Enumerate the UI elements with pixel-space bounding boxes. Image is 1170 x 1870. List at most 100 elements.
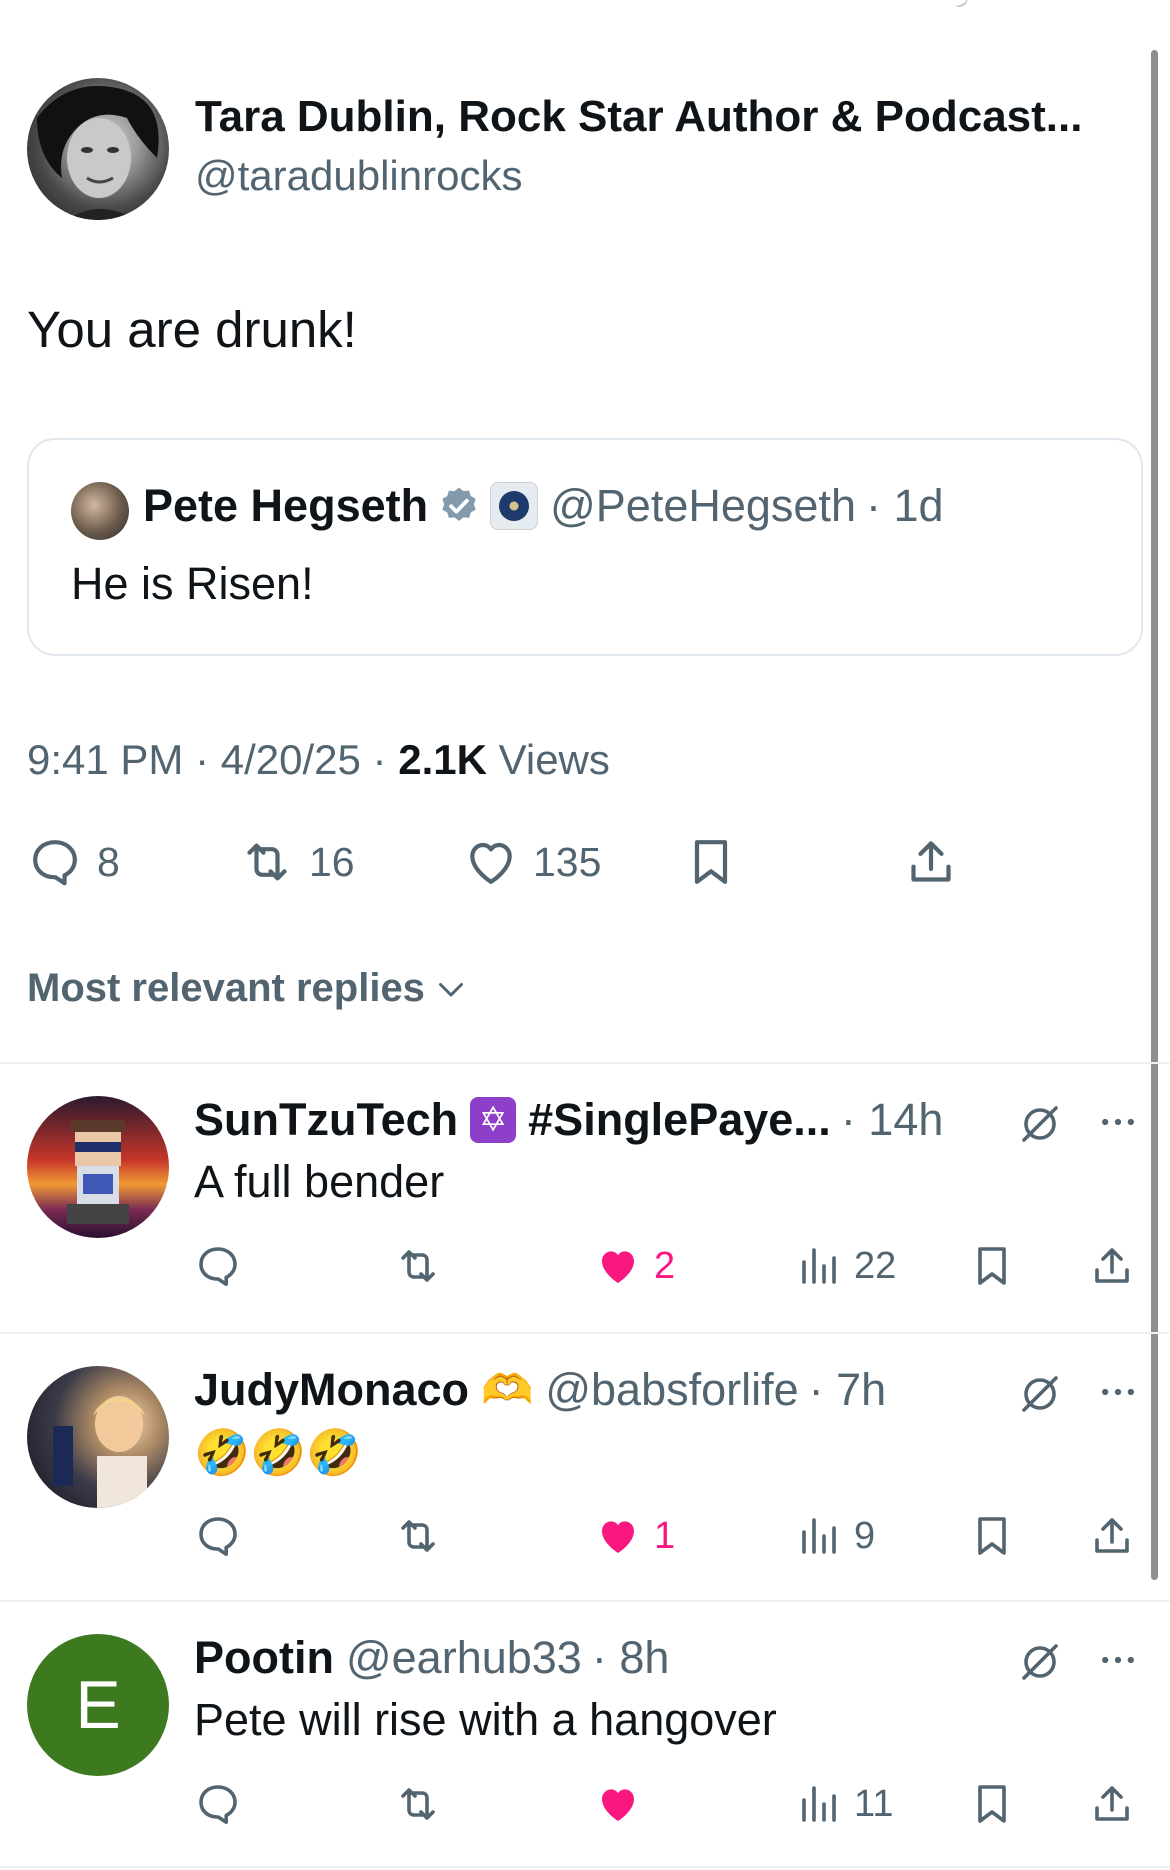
reply-item[interactable]: E Pootin @earhub33 · 8h Pete will rise w…: [0, 1602, 1150, 1870]
repost-icon: [401, 1788, 435, 1820]
divider: [0, 1866, 1170, 1868]
star-of-david-emoji-icon: ✡: [470, 1097, 517, 1143]
views-label: Views: [498, 736, 610, 783]
bookmark-button[interactable]: [968, 1512, 1016, 1560]
reply-count: 8: [97, 838, 120, 885]
reply-author-name[interactable]: JudyMonaco: [194, 1364, 469, 1416]
author-handle[interactable]: @taradublinrocks: [195, 152, 522, 200]
reply-actions: 1 9: [194, 1512, 1144, 1564]
bookmark-icon: [978, 1785, 1006, 1823]
share-button[interactable]: [1088, 1242, 1136, 1290]
bookmark-icon: [978, 1247, 1006, 1285]
tweet-text: You are drunk!: [27, 301, 357, 358]
more-options-icon[interactable]: [1096, 1100, 1140, 1144]
grok-icon[interactable]: [1016, 1638, 1064, 1686]
sort-label: Most relevant replies: [27, 966, 425, 1010]
like-count: 1: [654, 1514, 676, 1557]
more-options-icon[interactable]: [1096, 1638, 1140, 1682]
reply-avatar[interactable]: [27, 1096, 169, 1238]
share-button[interactable]: [1088, 1512, 1136, 1560]
reply-item[interactable]: JudyMonaco 🫶 @babsforlife · 7h 🤣🤣🤣 1 9: [0, 1334, 1150, 1602]
analytics-icon: [802, 1248, 836, 1284]
reply-button[interactable]: 8: [27, 834, 120, 890]
like-button[interactable]: [594, 1780, 642, 1828]
heart-filled-icon: [602, 1789, 634, 1821]
verified-badge-icon: [442, 487, 476, 521]
heart-filled-icon: [602, 1251, 634, 1283]
repost-icon: [401, 1520, 435, 1552]
reply-header: JudyMonaco 🫶 @babsforlife · 7h: [194, 1364, 886, 1416]
reply-actions: 2 22: [194, 1242, 1144, 1294]
reply-author-name[interactable]: Pootin: [194, 1632, 334, 1684]
reply-icon: [199, 1785, 237, 1824]
reply-button[interactable]: [194, 1780, 242, 1828]
reply-avatar[interactable]: [27, 1366, 169, 1508]
tweet-meta: 9:41 PM · 4/20/25 · 2.1K Views: [27, 736, 610, 784]
quoted-tweet-header: Pete Hegseth @PeteHegseth · 1d: [143, 480, 944, 532]
reply-item[interactable]: SunTzuTech ✡ #SinglePaye... · 14h A full…: [0, 1064, 1150, 1332]
tweet-actions: 8 16 135: [27, 834, 1143, 894]
bookmark-icon: [694, 840, 728, 884]
reply-author-tag: #SinglePaye...: [528, 1094, 831, 1145]
reply-header: SunTzuTech ✡ #SinglePaye... · 14h: [194, 1094, 943, 1146]
author-name[interactable]: Tara Dublin, Rock Star Author & Podcast.…: [195, 92, 1137, 142]
views-button[interactable]: 9: [794, 1512, 875, 1560]
analytics-icon: [802, 1786, 836, 1822]
heart-hands-emoji-icon: 🫶: [481, 1365, 534, 1413]
repost-icon: [401, 1250, 435, 1282]
share-icon: [1095, 1518, 1129, 1553]
repost-button[interactable]: [394, 1780, 442, 1828]
quoted-author-name[interactable]: Pete Hegseth: [143, 480, 428, 532]
share-button[interactable]: [903, 834, 959, 890]
reply-text: Pete will rise with a hangover: [194, 1694, 777, 1745]
grok-icon[interactable]: [1016, 1100, 1064, 1148]
repost-button[interactable]: 16: [239, 834, 355, 890]
affiliation-badge-icon: [490, 482, 539, 530]
quoted-author-avatar[interactable]: [71, 482, 129, 540]
grok-icon[interactable]: [1016, 1370, 1064, 1418]
reply-time: · 7h: [808, 1364, 887, 1415]
status-indicator: [954, 0, 970, 10]
author-avatar[interactable]: [27, 78, 169, 220]
reply-time: · 8h: [591, 1632, 670, 1683]
avatar-pixel-art: [67, 1120, 129, 1224]
reply-actions: 11: [194, 1780, 1144, 1832]
views-button[interactable]: 11: [794, 1780, 893, 1828]
quoted-tweet[interactable]: Pete Hegseth @PeteHegseth · 1d He is Ris…: [27, 438, 1143, 656]
bookmark-button[interactable]: [968, 1242, 1016, 1290]
like-button[interactable]: 135: [463, 834, 601, 890]
scrollbar[interactable]: [1151, 50, 1158, 1580]
bookmark-button[interactable]: [683, 834, 739, 890]
reply-author-handle[interactable]: @babsforlife: [545, 1364, 798, 1416]
share-icon: [1095, 1786, 1129, 1821]
quoted-tweet-time: · 1d: [865, 480, 944, 531]
share-icon: [1095, 1248, 1129, 1283]
avatar-photo: [53, 1396, 147, 1508]
reply-button[interactable]: [194, 1242, 242, 1290]
bookmark-button[interactable]: [968, 1780, 1016, 1828]
quoted-author-handle[interactable]: @PeteHegseth: [550, 480, 856, 532]
reply-icon: [199, 1517, 237, 1556]
more-options-icon[interactable]: [1096, 1370, 1140, 1414]
like-count: 135: [533, 838, 602, 885]
repost-button[interactable]: [394, 1242, 442, 1290]
replies-sort-dropdown[interactable]: Most relevant replies: [27, 966, 469, 1011]
repost-button[interactable]: [394, 1512, 442, 1560]
avatar-letter: E: [75, 1667, 121, 1743]
reply-time: · 14h: [840, 1094, 944, 1145]
views-button[interactable]: 22: [794, 1242, 896, 1290]
like-button[interactable]: 1: [594, 1512, 675, 1560]
bookmark-icon: [978, 1517, 1006, 1555]
tweet-time: 9:41 PM: [27, 736, 184, 783]
reply-header: Pootin @earhub33 · 8h: [194, 1632, 669, 1684]
reply-avatar[interactable]: E: [27, 1634, 169, 1776]
views-count: 22: [854, 1244, 897, 1287]
main-tweet-header: Tara Dublin, Rock Star Author & Podcast.…: [27, 78, 1137, 220]
reply-author-name[interactable]: SunTzuTech: [194, 1094, 458, 1146]
views-count: 11: [854, 1782, 894, 1825]
views-count: 9: [854, 1514, 876, 1557]
reply-author-handle[interactable]: @earhub33: [346, 1632, 582, 1684]
share-button[interactable]: [1088, 1780, 1136, 1828]
like-button[interactable]: 2: [594, 1242, 675, 1290]
reply-button[interactable]: [194, 1512, 242, 1560]
